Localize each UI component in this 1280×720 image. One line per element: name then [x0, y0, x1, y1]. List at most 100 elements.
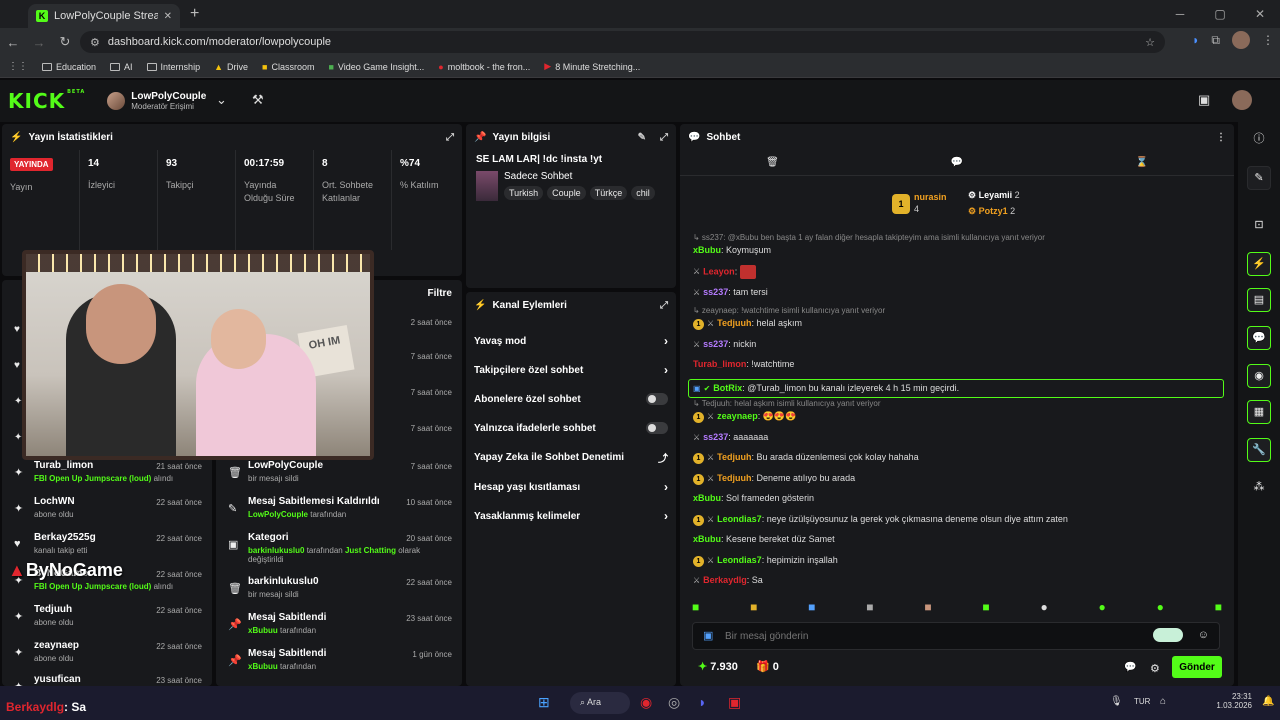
url-field[interactable]: ⚙ dashboard.kick.com/moderator/lowpolyco… — [80, 31, 1165, 53]
action-banned-words[interactable]: Yasaklanmış kelimeler › — [474, 501, 668, 531]
send-button[interactable]: Gönder — [1172, 656, 1222, 678]
bookmark-moltbook[interactable]: ● moltbook - the fron... — [438, 62, 530, 72]
chat-message[interactable]: 1 ⚔ Tedjuuh: helal aşkım — [693, 317, 1223, 330]
chat-username[interactable]: xBubu — [693, 534, 721, 544]
activity-row[interactable]: 🗑 22 saat önce barkinlukuslu0 bir mesajı… — [216, 576, 462, 612]
chat-message[interactable]: ⚔ ss237: tam tersi — [693, 286, 1223, 299]
kick-logo[interactable]: KICK BETA — [8, 89, 85, 113]
chat-username[interactable]: BotRix — [713, 383, 742, 393]
channel-switcher[interactable]: LowPolyCouple Moderatör Erişimi — [107, 91, 206, 111]
emote-icon[interactable]: ■ — [692, 600, 699, 614]
chat-message-input[interactable] — [725, 627, 1145, 645]
minimize-icon[interactable]: ─ — [1160, 0, 1200, 28]
emoji-icon[interactable]: ☺ — [1198, 629, 1209, 641]
chat-message[interactable]: xBubu: Sol frameden gösterin — [693, 492, 1223, 504]
emote-icon[interactable]: ● — [1099, 600, 1106, 614]
chat-message[interactable]: ⚔ ss237: nickin — [693, 338, 1223, 351]
activity-row[interactable]: ✦ 22 saat önce zeaynaep abone oldu — [2, 640, 212, 676]
menu-kebab-icon[interactable]: ⋮ — [1262, 33, 1274, 47]
document-icon[interactable]: ▤ — [1247, 288, 1271, 312]
trash-icon[interactable]: 🗑 — [766, 157, 779, 168]
bookmark-stretching[interactable]: ▶ 8 Minute Stretching... — [544, 61, 640, 72]
gear-icon[interactable]: ⚙ — [1150, 662, 1160, 675]
notification-icon[interactable]: 🔔 — [1262, 696, 1274, 707]
expand-icon[interactable]: ⤢ — [660, 132, 668, 143]
channel-points[interactable]: ✦ 7.930 — [698, 660, 738, 673]
chat-settings-bubble-icon[interactable]: 💬 — [1124, 662, 1136, 673]
chat-username[interactable]: Tedjuuh — [717, 473, 751, 483]
taskbar-search[interactable]: ⌕ Ara — [570, 692, 630, 714]
apps-grid-icon[interactable]: ⋮⋮ — [8, 61, 28, 72]
chat-username[interactable]: Leondias7 — [717, 555, 762, 565]
chat-username[interactable]: Leondias7 — [717, 514, 762, 524]
chat-bubble-icon[interactable]: 💬 — [951, 157, 963, 168]
user-avatar[interactable] — [1232, 90, 1252, 110]
chrome-icon[interactable]: ◉ — [640, 694, 652, 711]
emote-icon[interactable]: ■ — [1215, 600, 1222, 614]
edit-icon[interactable]: ✎ — [638, 132, 646, 143]
browser-tab[interactable]: K LowPolyCouple Stream - Kick D ✕ — [28, 4, 180, 28]
action-ai-moderation[interactable]: Yapay Zeka ile Sohbet Denetimi ⤴ — [474, 442, 668, 472]
filter-button[interactable]: Filtre — [428, 288, 452, 299]
chat-message[interactable]: 1 ⚔ zeaynaep: 😍😍😍 — [693, 410, 1223, 423]
hourglass-icon[interactable]: ⌛ — [1135, 157, 1147, 168]
activity-row[interactable]: 🗑 7 saat önce LowPolyCouple bir mesajı s… — [216, 460, 462, 496]
expand-icon[interactable]: ⤢ — [446, 132, 454, 143]
action-slow-mode[interactable]: Yavaş mod › — [474, 326, 668, 356]
gift-count[interactable]: 🎁 0 — [756, 660, 779, 673]
hammer-icon[interactable]: ⚒ — [252, 92, 264, 108]
actor-name[interactable]: xBubuu — [248, 662, 278, 671]
bookmark-video-game[interactable]: ■ Video Game Insight... — [328, 62, 424, 72]
tag[interactable]: chil — [631, 186, 655, 200]
bookmark-star-icon[interactable]: ☆ — [1145, 36, 1155, 49]
lightning-icon[interactable]: ⚡ — [1247, 252, 1271, 276]
action-followers-only[interactable]: Takipçilere özel sohbet › — [474, 355, 668, 385]
tag[interactable]: Türkçe — [589, 186, 628, 200]
apps-icon[interactable]: ⁂ — [1247, 476, 1271, 500]
bookmark-classroom[interactable]: ■ Classroom — [262, 62, 314, 72]
emote-icon[interactable]: ■ — [866, 600, 873, 614]
actor-name[interactable]: barkinlukuslu0 — [248, 546, 304, 555]
action-account-age[interactable]: Hesap yaşı kısıtlaması › — [474, 472, 668, 502]
actor-name[interactable]: LowPolyCouple — [248, 510, 308, 519]
new-tab-button[interactable]: + — [190, 5, 199, 23]
tag[interactable]: Turkish — [504, 186, 544, 200]
activity-row[interactable]: ✦ 22 saat önce LochWN abone oldu — [2, 496, 212, 532]
chat-message[interactable]: 1 ⚔ Tedjuuh: Bu arada düzenlemesi çok kola… — [693, 451, 1223, 464]
chat-username[interactable]: Leayon — [703, 266, 735, 276]
chat-username[interactable]: xBubu — [693, 245, 721, 255]
clock[interactable]: 23:31 1.03.2026 — [1212, 692, 1252, 710]
discord-icon[interactable]: ◗ — [698, 694, 706, 710]
chat-username[interactable]: Tedjuuh — [717, 452, 751, 462]
edit-icon[interactable]: ✎ — [1247, 166, 1271, 190]
tag[interactable]: Couple — [547, 186, 586, 200]
chevron-down-icon[interactable]: ⌄ — [216, 92, 227, 108]
profile-avatar[interactable] — [1232, 31, 1250, 49]
layout-icon[interactable]: ▦ — [1247, 400, 1271, 424]
activity-row[interactable]: ✎ 10 saat önce Mesaj Sabitlemesi Kaldırı… — [216, 496, 462, 532]
emote-icon[interactable]: ■ — [982, 600, 989, 614]
chat-username[interactable]: ss237 — [703, 287, 728, 297]
chat-message[interactable]: ▣ ✔ BotRix: @Turab_limon bu kanalı izleyer… — [688, 378, 1224, 398]
chat-username[interactable]: zeaynaep — [717, 411, 758, 421]
emote-icon[interactable]: ● — [1157, 600, 1164, 614]
info-icon[interactable]: ⓘ — [1247, 128, 1271, 152]
maximize-icon[interactable]: ▢ — [1200, 0, 1240, 28]
close-window-icon[interactable]: ✕ — [1240, 0, 1280, 28]
activity-row[interactable]: ✦ 22 saat önce Tedjuuh abone oldu — [2, 604, 212, 640]
reload-icon[interactable]: ↻ — [52, 34, 78, 50]
emote-icon[interactable]: ● — [1040, 600, 1047, 614]
chat-message[interactable]: ⚔ Leayon: — [693, 264, 1223, 279]
leader-third[interactable]: ⚙ Potzy1 2 — [968, 206, 1015, 217]
bookmark-internship[interactable]: Internship — [146, 62, 200, 72]
chat-message[interactable]: xBubu: Koymuşum — [693, 244, 1223, 256]
leader-first-name[interactable]: nurasin — [914, 192, 947, 202]
actor-name[interactable]: xBubuu — [248, 626, 278, 635]
wrench-icon[interactable]: 🔧 — [1247, 438, 1271, 462]
broadcast-icon[interactable]: ◉ — [1247, 364, 1271, 388]
app-icon[interactable]: ◎ — [668, 694, 680, 711]
app2-icon[interactable]: ▣ — [728, 694, 741, 711]
chat-message[interactable]: Turab_limon: !watchtime — [693, 358, 1223, 370]
activity-row[interactable]: 📌 23 saat önce Mesaj Sabitlendi xBubuu t… — [216, 612, 462, 648]
back-icon[interactable]: ← — [0, 35, 26, 50]
